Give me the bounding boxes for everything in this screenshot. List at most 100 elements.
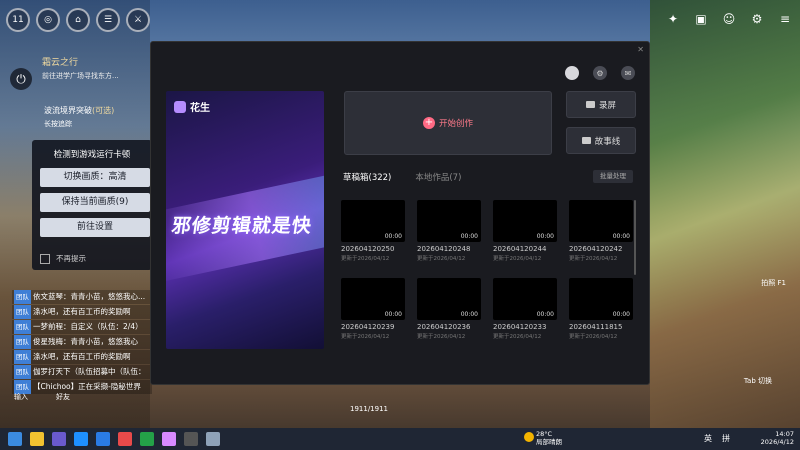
friends-label[interactable]: 好友 [56,392,70,402]
chat-panel[interactable]: 团队 依文蓝琴：青青小苗，悠悠我心... 团队 涤水吧，还有百工币的奖励啊 团队 一梦… [12,290,152,395]
draft-card[interactable]: 00:00 202604120250 更新于2026/04/12 [341,200,405,262]
draft-name: 202604120233 [493,323,547,331]
keep-quality-button[interactable]: 保持当前画质(9) [40,193,150,212]
storyline-label: 故事线 [594,136,621,147]
draft-card[interactable]: 00:00 202604120239 更新于2026/04/12 [341,278,405,340]
draft-date: 更新于2026/04/12 [417,256,466,262]
record-screen-button[interactable]: 录屏 [566,91,636,118]
app-icon[interactable] [140,432,154,446]
draft-card[interactable]: 00:00 202604111815 更新于2026/04/12 [569,278,633,340]
film-icon [581,137,591,144]
chat-line: 团队 涤水吧，还有百工币的奖励啊 [12,305,152,319]
draft-name: 202604120248 [417,245,471,253]
dont-show-label: 不再提示 [56,254,86,263]
bag-icon[interactable]: ⚔ [126,8,150,32]
draft-thumbnail[interactable]: 00:00 [341,200,405,242]
peanut-icon [174,100,186,113]
draft-card[interactable]: 00:00 202604120248 更新于2026/04/12 [417,200,481,262]
weather-desc: 局部晴朗 [536,438,562,446]
draft-date: 更新于2026/04/12 [493,334,542,340]
draft-duration: 00:00 [536,233,554,240]
camera-icon [585,101,595,108]
draft-card[interactable]: 00:00 202604120244 更新于2026/04/12 [493,200,557,262]
draft-thumbnail[interactable]: 00:00 [569,200,633,242]
chat-line: 团队 涤水吧，还有百工币的奖励啊 [12,350,152,364]
app-icon[interactable] [118,432,132,446]
feedback-icon[interactable]: ✉ [621,66,635,80]
tab-local-works[interactable]: 本地作品(7) [415,171,461,183]
optional-quest-title: 波流境界突破 [44,106,92,115]
draft-name: 202604120236 [417,323,471,331]
power-icon[interactable]: ⏻ [10,68,32,90]
switch-quality-button[interactable]: 切换画质：高清 [40,168,150,187]
market-icon[interactable]: ▣ [692,10,710,28]
close-icon[interactable]: ✕ [637,45,644,54]
app-icon[interactable] [52,432,66,446]
quest-sub: 前往进学广场寻找东方... [42,72,119,80]
draft-date: 更新于2026/04/12 [341,334,390,340]
weather-widget[interactable]: 28°C 局部晴朗 [524,430,562,446]
draft-card[interactable]: 00:00 202604120233 更新于2026/04/12 [493,278,557,340]
menu-icon[interactable]: ≡ [776,10,794,28]
browser-icon[interactable] [96,432,110,446]
brand-name: 花生 [190,103,210,114]
start-create-button[interactable]: + 开始创作 [344,91,552,155]
settings-icon[interactable]: ⚙ [593,66,607,80]
draft-date: 更新于2026/04/12 [569,256,618,262]
tab-drafts[interactable]: 草稿箱(322) [343,171,391,183]
draft-name: 202604111815 [569,323,623,331]
avatar[interactable] [565,66,579,80]
draft-card[interactable]: 00:00 202604120236 更新于2026/04/12 [417,278,481,340]
team-icon[interactable]: ☺ [720,10,738,28]
game-icon[interactable] [184,432,198,446]
chat-input-bar[interactable]: 输入 好友 [14,392,70,402]
checkbox-box[interactable] [40,253,50,264]
window-toolbar: ⚙ ✉ [565,66,635,80]
weather-temp: 28°C [536,430,553,438]
draft-duration: 00:00 [460,233,478,240]
dont-show-checkbox[interactable]: 不再提示 [40,253,86,264]
start-create-label: 开始创作 [438,119,473,129]
clock[interactable]: 14:07 2026/4/12 [761,430,794,446]
optional-quest-tag: (可选) [92,106,115,115]
game-window-icon[interactable] [206,432,220,446]
plus-icon: + [422,117,435,129]
sun-icon [524,432,534,442]
draft-duration: 00:00 [384,233,402,240]
chat-input-label[interactable]: 输入 [14,392,28,402]
draft-date: 更新于2026/04/12 [417,334,466,340]
draft-thumbnail[interactable]: 00:00 [341,278,405,320]
game-hud-top: 11 ◎ ⌂ ☰ ⚔ [6,8,150,32]
file-explorer-icon[interactable] [30,432,44,446]
draft-thumbnail[interactable]: 00:00 [417,278,481,320]
draft-grid: 00:00 202604120250 更新于2026/04/12 00:00 2… [341,200,635,340]
draft-thumbnail[interactable]: 00:00 [417,200,481,242]
draft-duration: 00:00 [536,311,554,318]
batch-process-button[interactable]: 批量处理 [593,170,633,183]
peanut-app-icon[interactable] [162,432,176,446]
compass-icon[interactable]: ◎ [36,8,60,32]
level-badge[interactable]: 11 [6,8,30,32]
chat-line: 团队 依文蓝琴：青青小苗，悠悠我心... [12,290,152,304]
edge-icon[interactable] [74,432,88,446]
go-settings-button[interactable]: 前往设置 [40,218,150,237]
journal-icon[interactable]: ☰ [96,8,120,32]
draft-thumbnail[interactable]: 00:00 [493,200,557,242]
map-icon[interactable]: ⌂ [66,8,90,32]
quest-tracker[interactable]: 霜云之行 前往进学广场寻找东方... [42,55,152,81]
draft-thumbnail[interactable]: 00:00 [493,278,557,320]
game-background-right [650,0,800,428]
ime-mode[interactable]: 拼 [722,433,730,444]
scrollbar[interactable] [634,200,636,275]
ime-language[interactable]: 英 [704,433,712,444]
settings-icon[interactable]: ⚙ [748,10,766,28]
draft-date: 更新于2026/04/12 [341,256,390,262]
promo-banner[interactable]: 花生 邪修剪辑就是快 [166,91,324,349]
windows-start-icon[interactable] [8,432,22,446]
event-icon[interactable]: ✦ [664,10,682,28]
storyline-button[interactable]: 故事线 [566,127,636,154]
draft-duration: 00:00 [612,233,630,240]
optional-quest[interactable]: 波流境界突破(可选) 长按追踪 [44,105,114,129]
draft-thumbnail[interactable]: 00:00 [569,278,633,320]
draft-card[interactable]: 00:00 202604120242 更新于2026/04/12 [569,200,633,262]
